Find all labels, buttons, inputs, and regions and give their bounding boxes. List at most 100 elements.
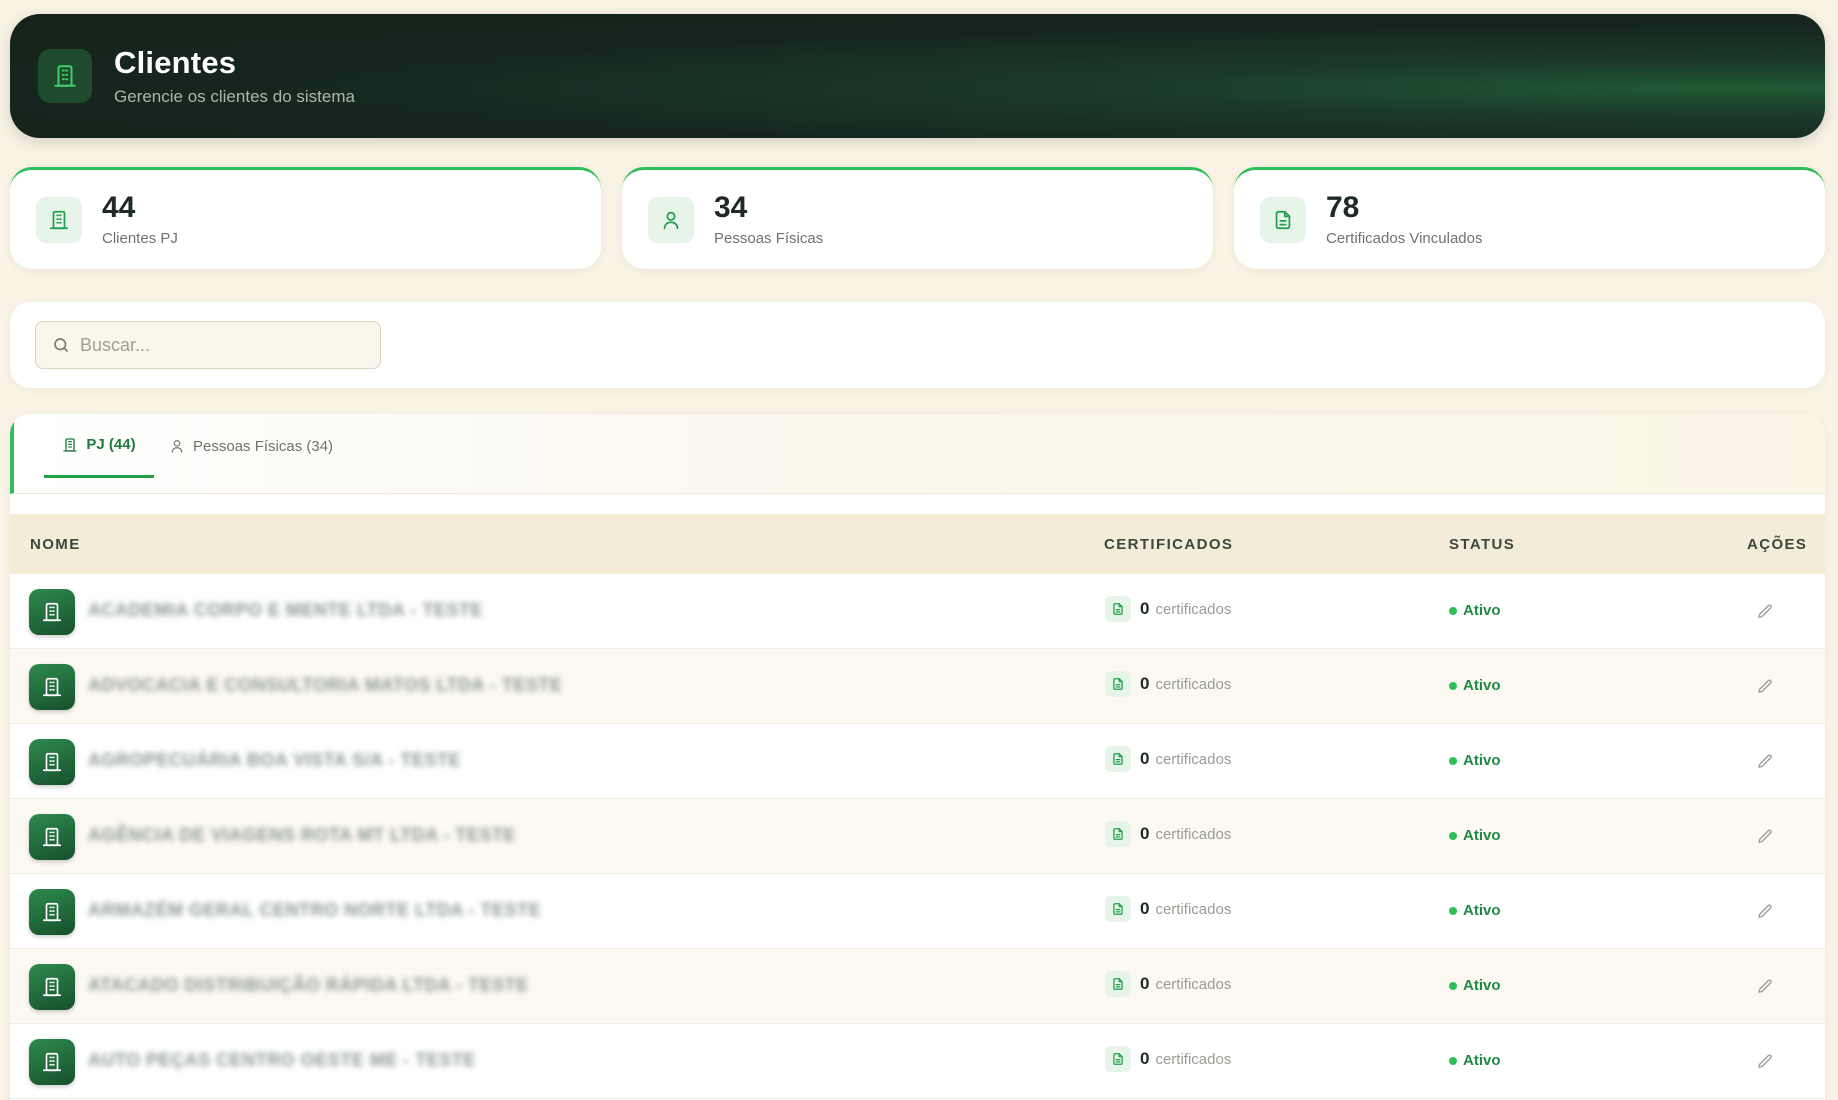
- certificates-cell: 0 certificados: [1105, 971, 1231, 997]
- certificate-label: certificados: [1155, 975, 1232, 993]
- table-row[interactable]: ARMAZÉM GERAL CENTRO NORTE LTDA - TESTE 0…: [10, 874, 1825, 949]
- status-label: Ativo: [1463, 827, 1501, 844]
- user-icon: [648, 196, 694, 243]
- table-row[interactable]: AGÊNCIA DE VIAGENS ROTA MT LTDA - TESTE 0…: [10, 799, 1825, 874]
- client-name[interactable]: AGÊNCIA DE VIAGENS ROTA MT LTDA - TESTE: [88, 825, 516, 846]
- page-title: Clientes: [114, 45, 237, 80]
- table-header: NOME CERTIFICADOS STATUS AÇÕES: [10, 514, 1825, 574]
- table-row[interactable]: ACADEMIA CORPO E MENTE LTDA - TESTE 0 cert…: [10, 574, 1825, 649]
- certificate-count: 0: [1140, 674, 1150, 693]
- page-header: Clientes Gerencie os clientes do sistema: [10, 14, 1825, 138]
- certificate-count: 0: [1140, 1049, 1150, 1068]
- stat-value: 44: [102, 191, 136, 224]
- pencil-icon: [1756, 603, 1774, 621]
- status-label: Ativo: [1463, 752, 1501, 769]
- table-row[interactable]: ADVOCACIA E CONSULTORIA MATOS LTDA - TES…: [10, 649, 1825, 724]
- certificate-count: 0: [1140, 824, 1150, 843]
- table-row[interactable]: AGROPECUÁRIA BOA VISTA S/A - TESTE 0 certi…: [10, 724, 1825, 799]
- stat-card-certificados: 78 Certificados Vinculados: [1234, 167, 1825, 269]
- client-name[interactable]: ACADEMIA CORPO E MENTE LTDA - TESTE: [88, 600, 483, 621]
- pencil-icon: [1756, 903, 1774, 921]
- certificates-cell: 0 certificados: [1105, 746, 1231, 772]
- status-badge: Ativo: [1449, 977, 1501, 994]
- edit-button[interactable]: [1752, 824, 1778, 850]
- status-badge: Ativo: [1449, 827, 1501, 844]
- status-badge: Ativo: [1449, 902, 1501, 919]
- certificate-count: 0: [1140, 599, 1150, 618]
- tab-label: PJ (44): [86, 436, 136, 453]
- building-icon: [29, 739, 75, 785]
- client-name[interactable]: ATACADO DISTRIBUIÇÃO RÁPIDA LTDA - TESTE: [88, 975, 529, 996]
- client-name[interactable]: AUTO PEÇAS CENTRO OESTE ME - TESTE: [88, 1050, 476, 1071]
- edit-button[interactable]: [1752, 674, 1778, 700]
- stat-card-pessoas-fisicas: 34 Pessoas Físicas: [622, 167, 1213, 269]
- user-icon: [169, 438, 185, 454]
- table-row[interactable]: AUTO PEÇAS CENTRO OESTE ME - TESTE 0 certi…: [10, 1024, 1825, 1099]
- building-icon: [29, 889, 75, 935]
- status-badge: Ativo: [1449, 752, 1501, 769]
- pencil-icon: [1756, 978, 1774, 996]
- client-name[interactable]: AGROPECUÁRIA BOA VISTA S/A - TESTE: [88, 750, 461, 771]
- tabs-bar: PJ (44) Pessoas Físicas (34): [10, 414, 1825, 494]
- column-header-status[interactable]: STATUS: [1449, 514, 1515, 574]
- certificate-count: 0: [1140, 749, 1150, 768]
- tab-label: Pessoas Físicas (34): [193, 437, 334, 455]
- certificates-cell: 0 certificados: [1105, 596, 1231, 622]
- document-icon: [1105, 821, 1131, 847]
- status-dot: [1449, 831, 1457, 840]
- status-dot: [1449, 606, 1457, 615]
- status-badge: Ativo: [1449, 677, 1501, 694]
- pencil-icon: [1756, 753, 1774, 771]
- building-icon: [29, 964, 75, 1010]
- certificates-cell: 0 certificados: [1105, 821, 1231, 847]
- status-dot: [1449, 981, 1457, 990]
- status-label: Ativo: [1463, 602, 1501, 619]
- table-row[interactable]: ATACADO DISTRIBUIÇÃO RÁPIDA LTDA - TESTE…: [10, 949, 1825, 1024]
- building-icon: [29, 664, 75, 710]
- status-dot: [1449, 756, 1457, 765]
- column-header-acoes: AÇÕES: [1747, 535, 1808, 553]
- certificate-label: certificados: [1155, 825, 1232, 843]
- edit-button[interactable]: [1752, 899, 1778, 925]
- edit-button[interactable]: [1752, 599, 1778, 625]
- document-icon: [1260, 196, 1306, 243]
- status-label: Ativo: [1463, 1052, 1501, 1069]
- building-icon: [38, 49, 92, 103]
- pencil-icon: [1756, 678, 1774, 696]
- column-header-certificados[interactable]: CERTIFICADOS: [1104, 514, 1233, 574]
- client-name[interactable]: ARMAZÉM GERAL CENTRO NORTE LTDA - TESTE: [88, 900, 541, 921]
- stat-label: Pessoas Físicas: [714, 230, 824, 247]
- status-label: Ativo: [1463, 677, 1501, 694]
- building-icon: [62, 437, 78, 453]
- edit-button[interactable]: [1752, 749, 1778, 775]
- search-icon: [52, 336, 70, 354]
- tab-pessoas-fisicas[interactable]: Pessoas Físicas (34): [169, 414, 333, 478]
- document-icon: [1105, 971, 1131, 997]
- edit-button[interactable]: [1752, 974, 1778, 1000]
- status-dot: [1449, 906, 1457, 915]
- document-icon: [1105, 596, 1131, 622]
- status-badge: Ativo: [1449, 1052, 1501, 1069]
- status-label: Ativo: [1463, 902, 1501, 919]
- building-icon: [29, 589, 75, 635]
- clients-table-panel: PJ (44) Pessoas Físicas (34) NOME CERTIF…: [10, 414, 1825, 1100]
- certificate-label: certificados: [1155, 600, 1232, 618]
- search-panel: [10, 302, 1825, 388]
- search-box[interactable]: [35, 321, 381, 369]
- certificate-label: certificados: [1155, 675, 1232, 693]
- tab-pj[interactable]: PJ (44): [44, 414, 154, 478]
- certificate-count: 0: [1140, 899, 1150, 918]
- document-icon: [1105, 896, 1131, 922]
- stat-card-clientes-pj: 44 Clientes PJ: [10, 167, 601, 269]
- search-input[interactable]: [80, 334, 360, 356]
- document-icon: [1105, 1046, 1131, 1072]
- stat-value: 78: [1326, 191, 1360, 224]
- page-subtitle: Gerencie os clientes do sistema: [114, 87, 355, 106]
- edit-button[interactable]: [1752, 1049, 1778, 1075]
- client-name[interactable]: ADVOCACIA E CONSULTORIA MATOS LTDA - TES…: [88, 675, 562, 696]
- stat-value: 34: [714, 191, 748, 224]
- pencil-icon: [1756, 1053, 1774, 1071]
- column-header-nome[interactable]: NOME: [30, 514, 81, 574]
- stat-label: Certificados Vinculados: [1326, 230, 1483, 247]
- document-icon: [1105, 746, 1131, 772]
